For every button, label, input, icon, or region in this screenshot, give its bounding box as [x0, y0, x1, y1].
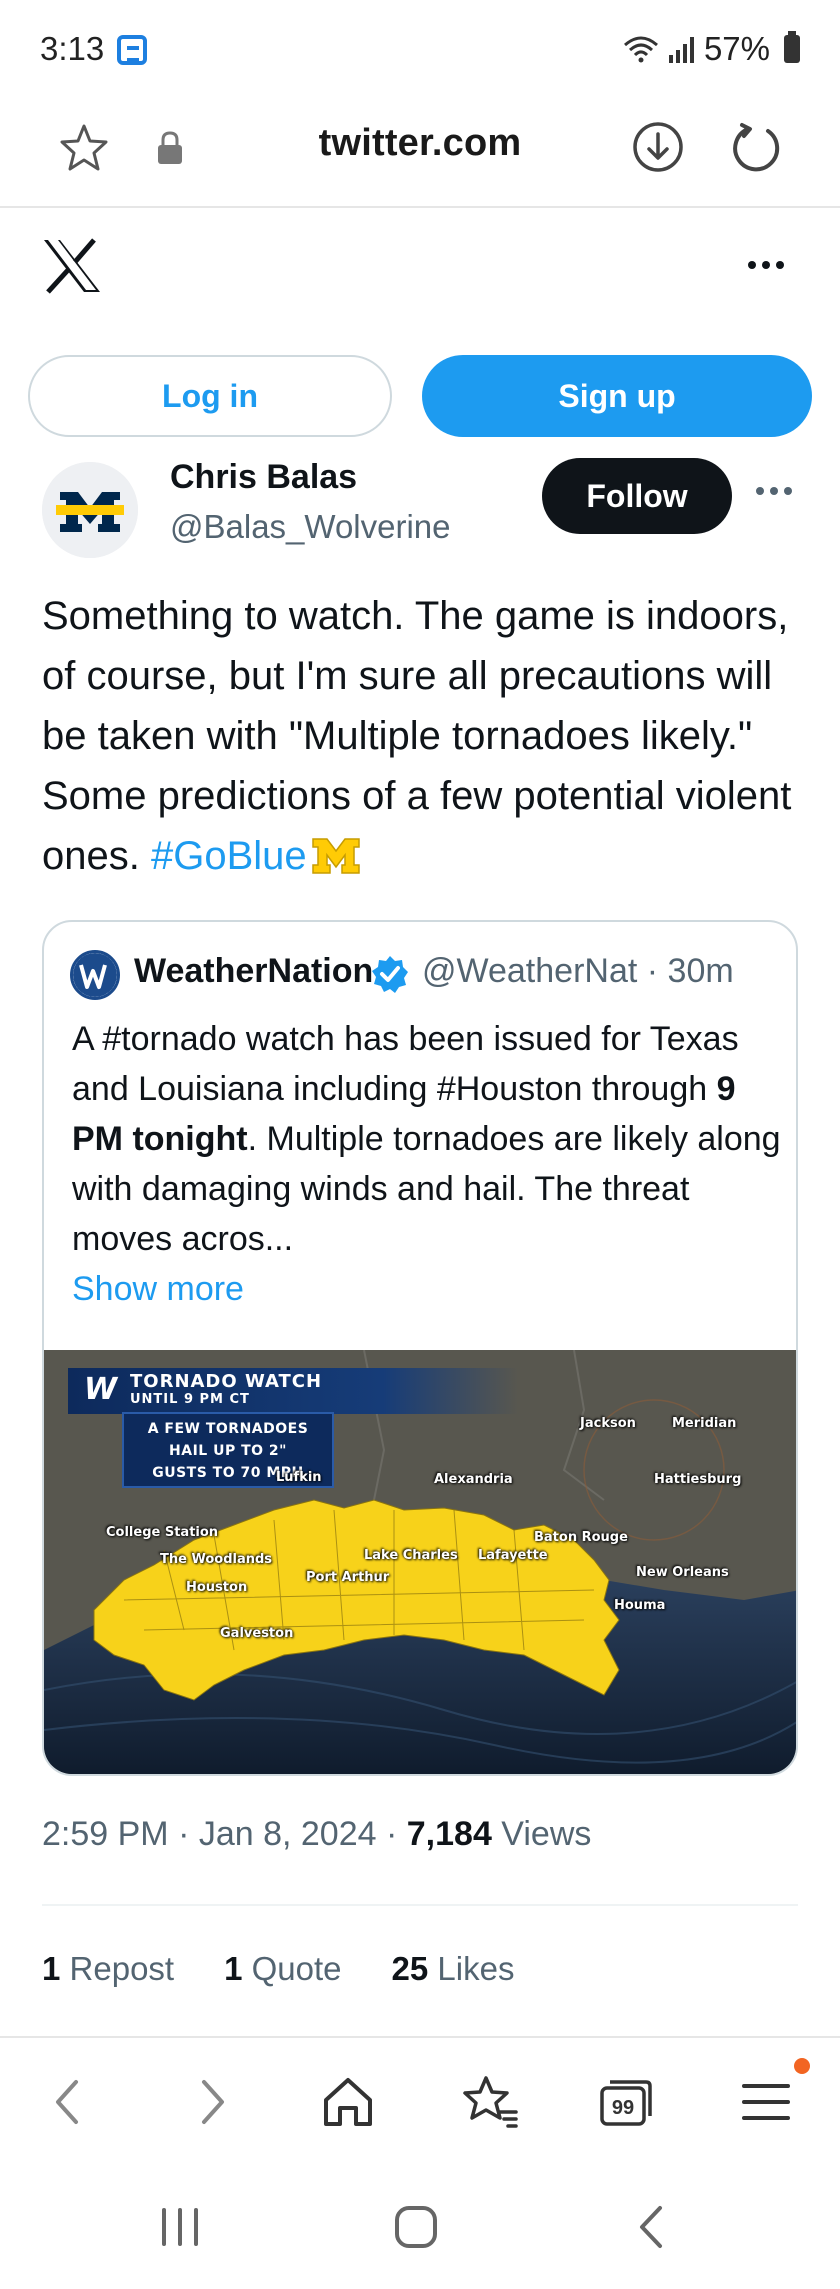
show-more-link[interactable]: Show more [72, 1264, 782, 1314]
recent-apps-icon[interactable] [150, 2202, 210, 2252]
city-label: Baton Rouge [534, 1530, 628, 1545]
status-indicators: 57% [623, 30, 800, 68]
city-label: Houston [186, 1580, 248, 1595]
battery-icon [784, 31, 800, 63]
status-time: 3:13 [40, 30, 105, 67]
system-nav-bar [0, 2166, 840, 2289]
map-title: TORNADO WATCH [130, 1371, 323, 1392]
city-label: Lafayette [478, 1548, 548, 1563]
status-bar: 3:13 57% [0, 0, 840, 100]
city-label: Hattiesburg [654, 1472, 742, 1487]
divider [42, 1904, 798, 1906]
city-label: New Orleans [636, 1565, 729, 1580]
views-count: 7,184 [406, 1815, 492, 1853]
signup-button[interactable]: Sign up [422, 355, 812, 437]
michigan-m-icon [311, 838, 360, 874]
city-label: Jackson [580, 1416, 636, 1431]
likes-label: Likes [437, 1950, 515, 1987]
quote-author-handle[interactable]: @WeatherNat [422, 952, 637, 990]
system-back-icon[interactable] [622, 2202, 682, 2252]
follow-button[interactable]: Follow [542, 458, 732, 534]
reposts-stat[interactable]: 1 Repost [42, 1950, 174, 1988]
author-name[interactable]: Chris Balas [170, 458, 357, 497]
quote-avatar[interactable] [70, 950, 120, 1000]
tab-icon [117, 35, 147, 65]
signal-icon [668, 35, 694, 63]
city-label: Port Arthur [306, 1570, 390, 1585]
tweet-text: Something to watch. The game is indoors,… [42, 586, 812, 886]
city-label: Alexandria [434, 1472, 513, 1487]
x-header [0, 210, 840, 330]
home-icon[interactable] [318, 2072, 378, 2132]
tabs-count: 99 [612, 2097, 634, 2119]
quote-time: · 30m [646, 952, 734, 990]
tweet-timestamp: 2:59 PM · Jan 8, 2024 · 7,184 Views [42, 1815, 591, 1854]
quotes-label: Quote [251, 1950, 342, 1987]
url-text[interactable]: twitter.com [0, 122, 840, 165]
quotes-count: 1 [224, 1950, 243, 1987]
back-icon[interactable] [38, 2072, 98, 2132]
x-logo-icon[interactable] [42, 238, 102, 294]
views-label: Views [491, 1815, 592, 1853]
likes-count: 25 [391, 1950, 429, 1987]
map-hazard-1: A FEW TORNADOES [147, 1421, 309, 1437]
city-label: Meridian [672, 1416, 737, 1431]
download-icon[interactable] [632, 121, 684, 173]
tabs-icon[interactable]: 99 [596, 2072, 656, 2132]
quote-author-name[interactable]: WeatherNation [134, 952, 374, 991]
quote-text: A #tornado watch has been issued for Tex… [72, 1014, 782, 1314]
login-button[interactable]: Log in [28, 355, 392, 437]
forward-icon[interactable] [182, 2072, 242, 2132]
quotes-stat[interactable]: 1 Quote [224, 1950, 341, 1988]
author-handle[interactable]: @Balas_Wolverine [170, 508, 451, 546]
system-home-icon[interactable] [386, 2202, 446, 2252]
city-label: Lufkin [276, 1470, 322, 1485]
city-label: Lake Charles [364, 1548, 458, 1563]
hashtag-link[interactable]: #GoBlue [151, 834, 307, 878]
auth-buttons: Log in Sign up [28, 355, 812, 437]
city-label: Galveston [220, 1626, 294, 1641]
favorites-icon[interactable] [460, 2072, 520, 2132]
browser-bottom-nav: 99 [0, 2036, 840, 2166]
quote-text-part1: A #tornado watch has been issued for Tex… [72, 1020, 739, 1108]
menu-icon[interactable] [736, 2072, 796, 2132]
wifi-icon [623, 36, 658, 63]
map-subtitle: UNTIL 9 PM CT [130, 1392, 250, 1407]
map-hazard-2: HAIL UP TO 2" [169, 1443, 287, 1459]
avatar[interactable] [42, 462, 138, 558]
verified-icon [372, 956, 408, 993]
michigan-m-icon [42, 462, 138, 558]
reposts-count: 1 [42, 1950, 61, 1987]
tweet-stats: 1 Repost 1 Quote 25 Likes [42, 1950, 514, 1988]
more-icon[interactable] [752, 476, 796, 506]
quote-card[interactable]: WeatherNation @WeatherNat · 30m A #torna… [42, 920, 798, 1776]
likes-stat[interactable]: 25 Likes [392, 1950, 515, 1988]
battery-percent: 57% [703, 30, 770, 67]
map-logo: W [84, 1372, 118, 1407]
reload-icon[interactable] [728, 121, 782, 175]
weathernation-logo-icon [73, 953, 117, 997]
tornado-watch-map[interactable]: W TORNADO WATCH UNTIL 9 PM CT A FEW TORN… [44, 1350, 796, 1774]
city-label: The Woodlands [160, 1552, 273, 1567]
notification-dot [794, 2058, 810, 2074]
browser-address-bar: twitter.com [0, 100, 840, 208]
city-label: College Station [106, 1525, 219, 1540]
quote-meta: @WeatherNat · 30m [422, 952, 734, 991]
tweet-time-text[interactable]: 2:59 PM · Jan 8, 2024 · [42, 1815, 407, 1853]
reposts-label: Repost [69, 1950, 175, 1987]
more-icon[interactable] [744, 250, 788, 280]
city-label: Houma [614, 1598, 666, 1613]
